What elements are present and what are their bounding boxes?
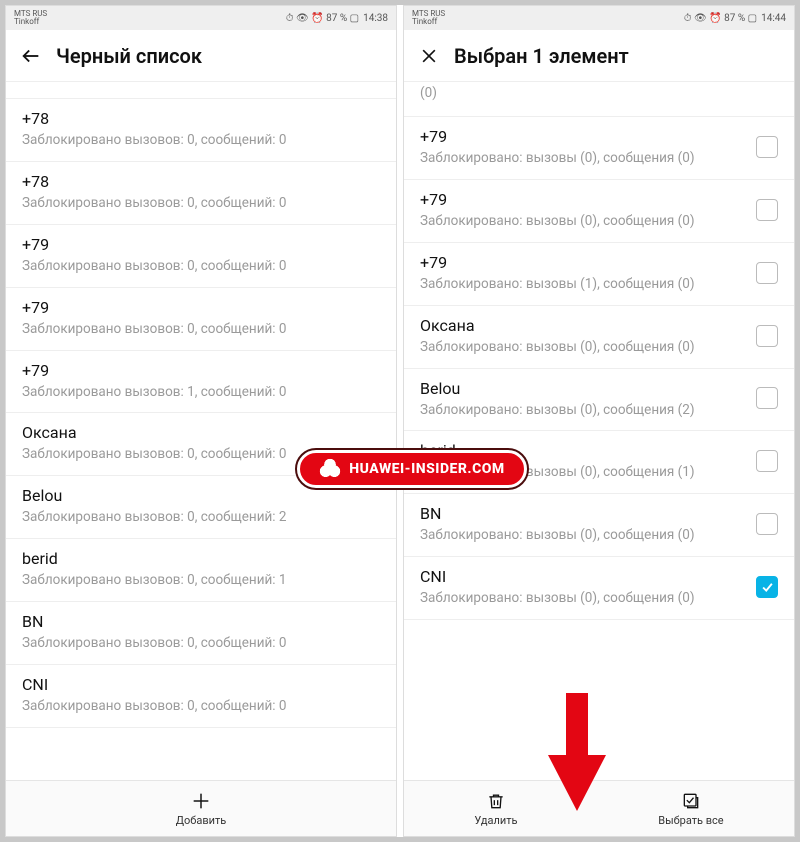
- contact-title: BN: [420, 504, 746, 523]
- contact-sub: Заблокировано вызовов: 0, сообщений: 0: [22, 195, 380, 212]
- title-bar: Черный список: [6, 30, 396, 82]
- status-right: ⏱ 👁 ⏰ 87 % ▢ 14:44: [684, 13, 786, 24]
- select-all-icon: [680, 790, 702, 812]
- page-title: Черный список: [56, 44, 202, 68]
- phone-left: MTS RUS Tinkoff ⏱ 👁 ⏰ 87 % ▢ 14:38 Черны…: [5, 5, 397, 837]
- contact-title: BN: [22, 612, 380, 631]
- contact-title: +78: [22, 109, 380, 128]
- contact-sub: Заблокировано вызовов: 0, сообщений: 0: [22, 698, 380, 715]
- contact-sub: Заблокировано вызовов: 0, сообщений: 1: [22, 572, 380, 589]
- contact-sub: Заблокировано: вызовы (0), сообщения (0): [420, 527, 746, 544]
- status-time: 14:38: [363, 13, 388, 24]
- status-icons: ⏱ 👁 ⏰ 87 % ▢: [286, 13, 359, 24]
- checkbox[interactable]: [756, 136, 778, 158]
- status-bar: MTS RUS Tinkoff ⏱ 👁 ⏰ 87 % ▢ 14:38: [6, 6, 396, 30]
- operator-2: Tinkoff: [412, 18, 445, 26]
- list-item[interactable]: CNI Заблокировано: вызовы (0), сообщения …: [404, 557, 794, 620]
- list-item[interactable]: Оксана Заблокировано: вызовы (0), сообщен…: [404, 306, 794, 369]
- bottom-bar: Удалить Выбрать все: [404, 780, 794, 836]
- list-item[interactable]: berid Заблокировано вызовов: 0, сообщений…: [6, 539, 396, 602]
- contact-sub: Заблокировано: вызовы (1), сообщения (0): [420, 276, 746, 293]
- back-icon[interactable]: [20, 45, 42, 67]
- list-item[interactable]: +79 Заблокировано вызовов: 0, сообщений: …: [6, 288, 396, 351]
- bottom-bar: Добавить: [6, 780, 396, 836]
- status-time: 14:44: [761, 13, 786, 24]
- list-item[interactable]: CNI Заблокировано вызовов: 0, сообщений: …: [6, 665, 396, 728]
- list-item[interactable]: +78 Заблокировано вызовов: 0, сообщений: …: [6, 162, 396, 225]
- page-title: Выбран 1 элемент: [454, 44, 629, 68]
- checkbox[interactable]: [756, 325, 778, 347]
- checkbox[interactable]: [756, 576, 778, 598]
- contact-title: berid: [22, 549, 380, 568]
- selection-list[interactable]: (0) +79 Заблокировано: вызовы (0), сообщен…: [404, 82, 794, 780]
- blacklist-list[interactable]: +78 Заблокировано вызовов: 0, сообщений: …: [6, 82, 396, 780]
- contact-title: +79: [22, 298, 380, 317]
- delete-label: Удалить: [474, 814, 517, 827]
- watermark-text: HUAWEI-INSIDER.COM: [349, 461, 504, 477]
- contact-sub: Заблокировано: вызовы (0), сообщения (0): [420, 150, 746, 167]
- contact-sub: Заблокировано вызовов: 0, сообщений: 0: [22, 258, 380, 275]
- list-item[interactable]: +79 Заблокировано: вызовы (1), сообщения …: [404, 243, 794, 306]
- contact-title: +79: [420, 127, 746, 146]
- trash-icon: [485, 790, 507, 812]
- phone-right: MTS RUS Tinkoff ⏱ 👁 ⏰ 87 % ▢ 14:44 Выбра…: [403, 5, 795, 837]
- status-bar: MTS RUS Tinkoff ⏱ 👁 ⏰ 87 % ▢ 14:44: [404, 6, 794, 30]
- contact-title: Оксана: [22, 423, 380, 442]
- contact-sub: Заблокировано: вызовы (0), сообщения (0): [420, 590, 746, 607]
- contact-title: +78: [22, 172, 380, 191]
- list-item[interactable]: BN Заблокировано вызовов: 0, сообщений: 0: [6, 602, 396, 665]
- operator-2: Tinkoff: [14, 18, 47, 26]
- contact-sub: Заблокировано вызовов: 1, сообщений: 0: [22, 384, 380, 401]
- status-operator: MTS RUS Tinkoff: [412, 10, 445, 26]
- contact-sub: Заблокировано вызовов: 0, сообщений: 0: [22, 132, 380, 149]
- contact-sub: Заблокировано вызовов: 0, сообщений: 0: [22, 635, 380, 652]
- contact-sub: Заблокировано: вызовы (0), сообщения (2): [420, 402, 746, 419]
- list-item[interactable]: Belou Заблокировано: вызовы (0), сообщени…: [404, 369, 794, 432]
- list-item[interactable]: (0): [404, 82, 794, 117]
- status-right: ⏱ 👁 ⏰ 87 % ▢ 14:38: [286, 13, 388, 24]
- contact-title: Оксана: [420, 316, 746, 335]
- list-item[interactable]: BN Заблокировано: вызовы (0), сообщения (…: [404, 494, 794, 557]
- title-bar: Выбран 1 элемент: [404, 30, 794, 82]
- checkbox[interactable]: [756, 513, 778, 535]
- select-all-label: Выбрать все: [658, 814, 723, 827]
- close-icon[interactable]: [418, 45, 440, 67]
- add-label: Добавить: [176, 814, 227, 827]
- list-item[interactable]: +79 Заблокировано вызовов: 1, сообщений: …: [6, 351, 396, 414]
- checkbox[interactable]: [756, 262, 778, 284]
- contact-title: +79: [22, 235, 380, 254]
- status-operator: MTS RUS Tinkoff: [14, 10, 47, 26]
- select-all-button[interactable]: Выбрать все: [588, 781, 794, 836]
- status-icons: ⏱ 👁 ⏰ 87 % ▢: [684, 13, 757, 24]
- contact-title: Belou: [22, 486, 380, 505]
- contact-title: +79: [420, 253, 746, 272]
- checkbox[interactable]: [756, 450, 778, 472]
- contact-title: Belou: [420, 379, 746, 398]
- contact-title: +79: [420, 190, 746, 209]
- screenshot-pair: MTS RUS Tinkoff ⏱ 👁 ⏰ 87 % ▢ 14:38 Черны…: [0, 0, 800, 842]
- contact-title: +79: [22, 361, 380, 380]
- contact-sub: Заблокировано: вызовы (0), сообщения (0): [420, 213, 746, 230]
- checkbox[interactable]: [756, 387, 778, 409]
- watermark-badge: HUAWEI-INSIDER.COM: [297, 450, 527, 488]
- contact-title: CNI: [420, 567, 746, 586]
- delete-button[interactable]: Удалить: [404, 781, 588, 836]
- list-item[interactable]: [6, 82, 396, 99]
- list-item[interactable]: +79 Заблокировано: вызовы (0), сообщения …: [404, 180, 794, 243]
- list-item[interactable]: +79 Заблокировано: вызовы (0), сообщения …: [404, 117, 794, 180]
- plus-icon: [190, 790, 212, 812]
- add-button[interactable]: Добавить: [6, 781, 396, 836]
- checkbox[interactable]: [756, 199, 778, 221]
- list-item[interactable]: +79 Заблокировано вызовов: 0, сообщений: …: [6, 225, 396, 288]
- contact-sub: Заблокировано вызовов: 0, сообщений: 0: [22, 321, 380, 338]
- contact-title: CNI: [22, 675, 380, 694]
- contact-sub: Заблокировано: вызовы (0), сообщения (0): [420, 339, 746, 356]
- list-item[interactable]: +78 Заблокировано вызовов: 0, сообщений: …: [6, 99, 396, 162]
- huawei-logo-icon: [319, 458, 341, 480]
- contact-sub: Заблокировано вызовов: 0, сообщений: 2: [22, 509, 380, 526]
- contact-sub: (0): [420, 85, 746, 102]
